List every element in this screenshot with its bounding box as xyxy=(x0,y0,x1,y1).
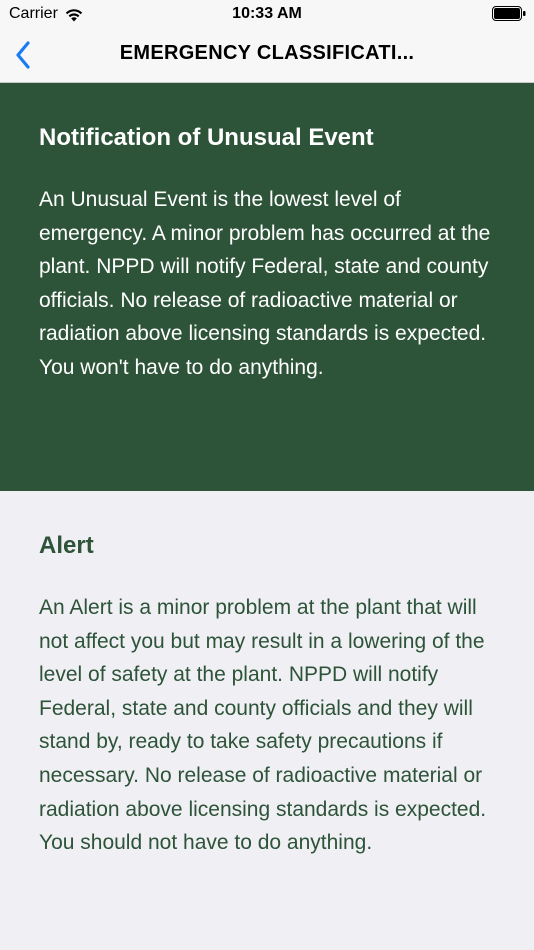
section-title: Notification of Unusual Event xyxy=(39,124,374,151)
back-button[interactable] xyxy=(8,38,38,72)
status-time: 10:33 AM xyxy=(232,5,302,22)
section-unusual-event: Notification of Unusual Event An Unusual… xyxy=(0,83,534,491)
chevron-left-icon xyxy=(16,41,30,69)
battery-icon xyxy=(492,6,526,21)
page-title: EMERGENCY CLASSIFICATI... xyxy=(119,42,415,64)
navigation-bar: EMERGENCY CLASSIFICATI... xyxy=(0,28,534,83)
section-alert: Alert An Alert is a minor problem at the… xyxy=(0,491,534,950)
section-body: An Alert is a minor problem at the plant… xyxy=(39,596,487,855)
status-bar: Carrier 10:33 AM xyxy=(0,0,534,28)
section-body: An Unusual Event is the lowest level of … xyxy=(39,188,491,379)
section-title: Alert xyxy=(39,532,94,559)
